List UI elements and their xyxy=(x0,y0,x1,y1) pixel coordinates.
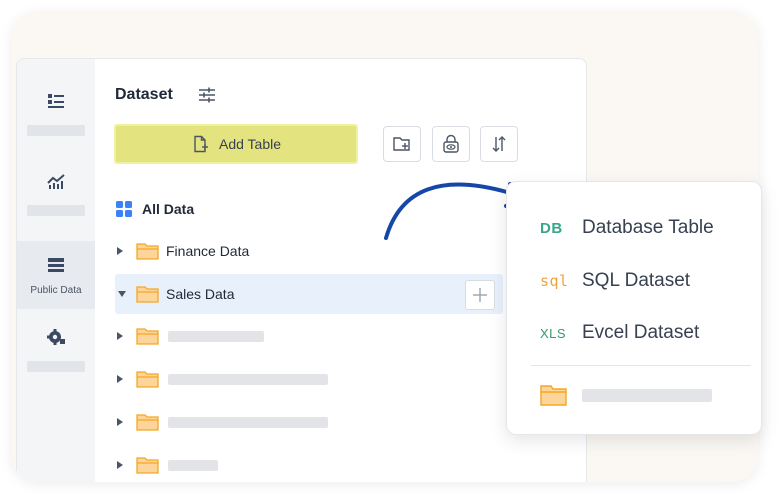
sidebar-label-placeholder xyxy=(27,124,85,136)
sidebar-item-analytics[interactable] xyxy=(17,159,95,227)
line-chart-icon xyxy=(47,173,65,189)
tree-item-placeholder[interactable] xyxy=(115,359,328,399)
label-placeholder xyxy=(582,388,712,402)
tree-item-placeholder[interactable] xyxy=(115,402,328,442)
new-folder-button[interactable] xyxy=(383,126,421,162)
folder-icon xyxy=(136,414,159,431)
menu-item-label: Evcel Dataset xyxy=(582,322,700,343)
menu-item-excel-dataset[interactable]: XLS Evcel Dataset xyxy=(540,318,699,348)
folder-icon xyxy=(540,385,567,406)
menu-item-folder[interactable] xyxy=(540,380,712,410)
add-file-icon xyxy=(194,135,208,153)
menu-item-label: SQL Dataset xyxy=(582,270,691,291)
caret-right-icon[interactable] xyxy=(115,246,125,256)
menu-item-database-table[interactable]: DB Database Table xyxy=(540,213,714,243)
label-placeholder xyxy=(168,416,328,428)
gear-icon xyxy=(47,328,65,345)
dataset-window: Public Data Dataset Add Table All Data F… xyxy=(16,58,587,482)
view-permission-button[interactable] xyxy=(432,126,470,162)
tree-item-placeholder[interactable] xyxy=(115,445,218,482)
sidebar-item-list[interactable] xyxy=(17,79,95,147)
tree-item-placeholder[interactable] xyxy=(115,316,264,356)
label-placeholder xyxy=(168,459,218,471)
tree-item-finance-data[interactable]: Finance Data xyxy=(115,231,249,271)
add-table-menu: DB Database Table sql SQL Dataset XLS Ev… xyxy=(506,181,762,435)
tree-label: All Data xyxy=(142,201,195,217)
tree-item-sales-data[interactable]: Sales Data xyxy=(115,274,503,314)
plus-icon xyxy=(473,288,487,302)
sql-icon: sql xyxy=(540,272,569,290)
database-icon xyxy=(48,257,64,272)
menu-item-sql-dataset[interactable]: sql SQL Dataset xyxy=(540,266,690,296)
sidebar-item-settings[interactable] xyxy=(17,315,95,383)
folder-open-icon xyxy=(136,286,159,303)
caret-down-icon[interactable] xyxy=(117,290,127,298)
caret-right-icon[interactable] xyxy=(115,460,125,470)
folder-icon xyxy=(136,328,159,345)
caret-right-icon[interactable] xyxy=(115,374,125,384)
filter-settings-icon[interactable] xyxy=(197,85,217,105)
panel-header: Dataset xyxy=(115,85,217,105)
sidebar-item-public-data[interactable]: Public Data xyxy=(17,241,95,309)
label-placeholder xyxy=(168,330,264,342)
add-to-folder-button[interactable] xyxy=(465,280,495,310)
sidebar-item-label: Public Data xyxy=(30,284,82,296)
sort-arrows-icon xyxy=(492,136,506,152)
db-icon: DB xyxy=(540,219,563,237)
caret-right-icon[interactable] xyxy=(115,331,125,341)
list-icon xyxy=(48,93,64,108)
sidebar-label-placeholder xyxy=(27,360,85,372)
tree-item-all-data[interactable]: All Data xyxy=(115,189,194,229)
page-title: Dataset xyxy=(115,86,173,103)
tree-label: Finance Data xyxy=(166,243,250,259)
folder-icon xyxy=(136,371,159,388)
folder-icon xyxy=(136,243,159,260)
label-placeholder xyxy=(168,373,328,385)
folder-plus-icon xyxy=(393,137,410,151)
add-table-button[interactable]: Add Table xyxy=(114,124,358,164)
sidebar-rail: Public Data xyxy=(17,59,95,482)
grid-apps-icon xyxy=(116,201,132,217)
menu-divider xyxy=(531,365,751,366)
lock-eye-icon xyxy=(443,134,459,153)
menu-item-label: Database Table xyxy=(582,217,714,238)
xls-icon: XLS xyxy=(540,325,567,341)
sort-button[interactable] xyxy=(480,126,518,162)
tree-label: Sales Data xyxy=(166,286,235,302)
add-table-label: Add Table xyxy=(218,136,281,152)
folder-icon xyxy=(136,457,159,474)
sidebar-label-placeholder xyxy=(27,204,85,216)
caret-right-icon[interactable] xyxy=(115,417,125,427)
